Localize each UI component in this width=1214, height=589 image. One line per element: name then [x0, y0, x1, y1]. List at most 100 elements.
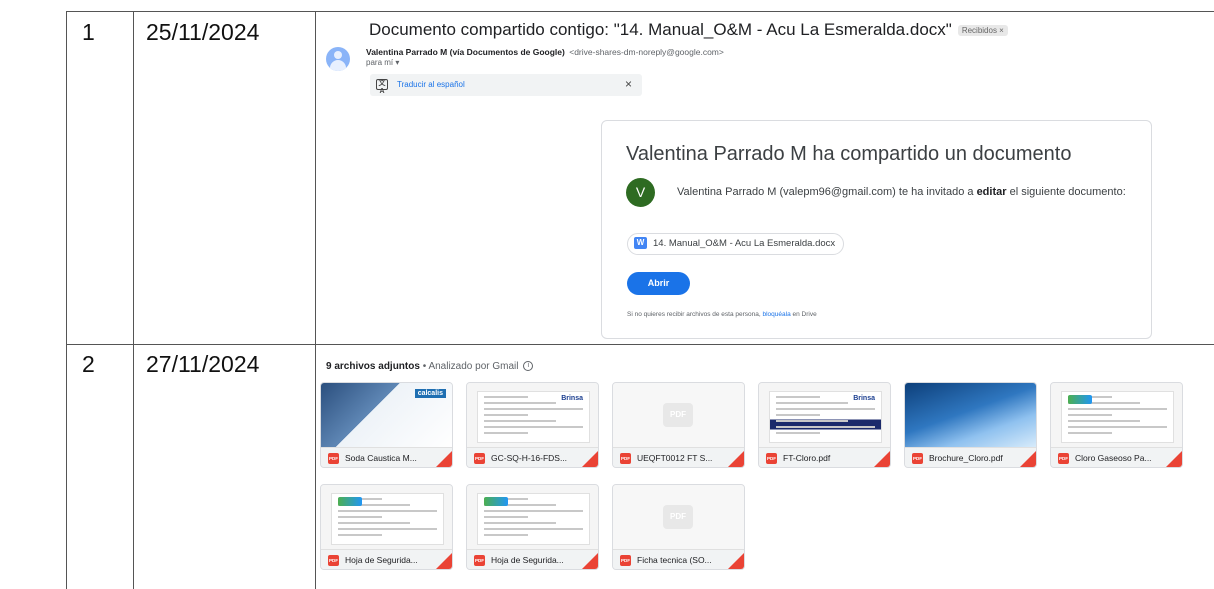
- shared-document-chip[interactable]: W 14. Manual_O&M - Acu La Esmeralda.docx: [627, 233, 845, 255]
- attachment-thumbnail: [321, 485, 452, 549]
- company-logo: [484, 497, 508, 506]
- company-logo: [1068, 395, 1092, 404]
- block-note-end: en Drive: [790, 311, 817, 318]
- attachment-tile[interactable]: PDF PDF UEQFT0012 FT S...: [612, 382, 745, 468]
- pdf-corner-icon: [872, 449, 890, 467]
- table-row-divider: [66, 344, 1214, 345]
- pdf-icon: PDF: [912, 453, 923, 464]
- document-preview: Brinsa: [477, 391, 590, 443]
- attachment-tile[interactable]: calcalis PDF Soda Caustica M...: [320, 382, 453, 468]
- table-left-border: [66, 11, 67, 589]
- attachment-name-bar: PDF Cloro Gaseoso Pa...: [1051, 447, 1182, 467]
- attachment-tile[interactable]: PDF PDF Ficha tecnica (SO...: [612, 484, 745, 570]
- attachment-name-bar: PDF UEQFT0012 FT S...: [613, 447, 744, 467]
- sender-email: <drive-shares-dm-noreply@google.com>: [569, 47, 724, 57]
- pdf-corner-icon: [434, 551, 452, 569]
- table-col-divider-1: [133, 11, 134, 589]
- row-2-number: 2: [82, 351, 95, 377]
- info-icon[interactable]: i: [523, 361, 534, 372]
- attachment-tile[interactable]: PDF Brochure_Cloro.pdf: [904, 382, 1037, 468]
- block-link[interactable]: bloquéala: [763, 311, 791, 318]
- table-top-border: [66, 11, 1214, 12]
- attachment-filename: Soda Caustica M...: [345, 453, 417, 463]
- attachment-name-bar: PDF Brochure_Cloro.pdf: [905, 447, 1036, 467]
- shared-document-name: 14. Manual_O&M - Acu La Esmeralda.docx: [653, 238, 836, 249]
- pdf-corner-icon: [726, 449, 744, 467]
- sender-line: Valentina Parrado M (vía Documentos de G…: [366, 47, 724, 57]
- attachment-name-bar: PDF Hoja de Segurida...: [467, 549, 598, 569]
- translate-icon: 文A: [376, 79, 388, 95]
- attachment-thumbnail: [467, 485, 598, 549]
- attachment-tile[interactable]: Brinsa PDF FT-Cloro.pdf: [758, 382, 891, 468]
- attachment-tile[interactable]: PDF Hoja de Segurida...: [320, 484, 453, 570]
- email-subject: Documento compartido contigo: "14. Manua…: [369, 20, 1008, 40]
- attachment-filename: UEQFT0012 FT S...: [637, 453, 713, 463]
- document-preview: [331, 493, 444, 545]
- pdf-placeholder-icon: PDF: [663, 505, 693, 529]
- pdf-icon: PDF: [620, 453, 631, 464]
- attachment-filename: Ficha tecnica (SO...: [637, 555, 712, 565]
- block-note-start: Si no quieres recibir archivos de esta p…: [627, 311, 763, 318]
- pdf-icon: PDF: [328, 453, 339, 464]
- attachment-name-bar: PDF GC-SQ-H-16-FDS...: [467, 447, 598, 467]
- attachment-thumbnail: [1051, 383, 1182, 447]
- pdf-icon: PDF: [766, 453, 777, 464]
- attachment-name-bar: PDF Hoja de Segurida...: [321, 549, 452, 569]
- sender-avatar[interactable]: [326, 47, 350, 71]
- document-preview: [1061, 391, 1174, 443]
- email-subject-text: Documento compartido contigo: "14. Manua…: [369, 20, 952, 39]
- pdf-icon: PDF: [328, 555, 339, 566]
- row-2-date: 27/11/2024: [146, 351, 260, 377]
- attachment-name-bar: PDF Soda Caustica M...: [321, 447, 452, 467]
- attachment-thumbnail: Brinsa: [759, 383, 890, 447]
- attachment-filename: Hoja de Segurida...: [491, 555, 564, 565]
- pdf-corner-icon: [1164, 449, 1182, 467]
- row-1-number: 1: [82, 19, 95, 45]
- translate-link[interactable]: Traducir al español: [397, 80, 465, 89]
- attachment-filename: Cloro Gaseoso Pa...: [1075, 453, 1152, 463]
- attachment-filename: Hoja de Segurida...: [345, 555, 418, 565]
- close-icon[interactable]: ×: [625, 77, 632, 91]
- attachment-count: 9 archivos adjuntos: [326, 361, 420, 372]
- attachment-thumbnail: Brinsa: [467, 383, 598, 447]
- pdf-corner-icon: [1018, 449, 1036, 467]
- scan-status: Analizado por Gmail: [428, 361, 519, 372]
- thumbnail-brand-text: Brinsa: [561, 395, 583, 402]
- attachment-filename: Brochure_Cloro.pdf: [929, 453, 1003, 463]
- translate-bar: 文A Traducir al español ×: [370, 74, 642, 96]
- attachment-filename: GC-SQ-H-16-FDS...: [491, 453, 568, 463]
- sender-name: Valentina Parrado M (vía Documentos de G…: [366, 47, 565, 57]
- attachment-name-bar: PDF FT-Cloro.pdf: [759, 447, 890, 467]
- pdf-icon: PDF: [620, 555, 631, 566]
- thumbnail-brand-text: Brinsa: [853, 395, 875, 402]
- attachment-tile[interactable]: Brinsa PDF GC-SQ-H-16-FDS...: [466, 382, 599, 468]
- pdf-corner-icon: [726, 551, 744, 569]
- attachment-tile[interactable]: PDF Hoja de Segurida...: [466, 484, 599, 570]
- attachment-thumbnail: PDF: [613, 485, 744, 549]
- invite-message: Valentina Parrado M (valepm96@gmail.com)…: [677, 184, 1137, 200]
- sharer-avatar: V: [626, 178, 655, 207]
- thumbnail-brand-text: calcalis: [414, 389, 446, 398]
- invite-permission: editar: [976, 186, 1007, 198]
- invite-text-end: el siguiente documento:: [1006, 186, 1126, 198]
- invite-text-start: Valentina Parrado M (valepm96@gmail.com)…: [677, 186, 977, 198]
- document-preview: Brinsa: [769, 391, 882, 443]
- share-notification-card: Valentina Parrado M ha compartido un doc…: [601, 120, 1152, 339]
- document-preview: [477, 493, 590, 545]
- pdf-corner-icon: [434, 449, 452, 467]
- attachment-filename: FT-Cloro.pdf: [783, 453, 831, 463]
- recipient-dropdown[interactable]: para mí ▾: [366, 58, 399, 67]
- inbox-label-badge[interactable]: Recibidos ×: [957, 25, 1008, 37]
- attachment-tile[interactable]: PDF Cloro Gaseoso Pa...: [1050, 382, 1183, 468]
- word-doc-icon: W: [634, 237, 647, 250]
- attachment-name-bar: PDF Ficha tecnica (SO...: [613, 549, 744, 569]
- open-button[interactable]: Abrir: [627, 272, 690, 295]
- attachment-thumbnail: [905, 383, 1036, 447]
- block-sender-note: Si no quieres recibir archivos de esta p…: [627, 311, 817, 318]
- pdf-corner-icon: [580, 449, 598, 467]
- table-col-divider-2: [315, 11, 316, 589]
- pdf-corner-icon: [580, 551, 598, 569]
- attachment-thumbnail: PDF: [613, 383, 744, 447]
- pdf-placeholder-icon: PDF: [663, 403, 693, 427]
- card-title: Valentina Parrado M ha compartido un doc…: [626, 143, 1072, 165]
